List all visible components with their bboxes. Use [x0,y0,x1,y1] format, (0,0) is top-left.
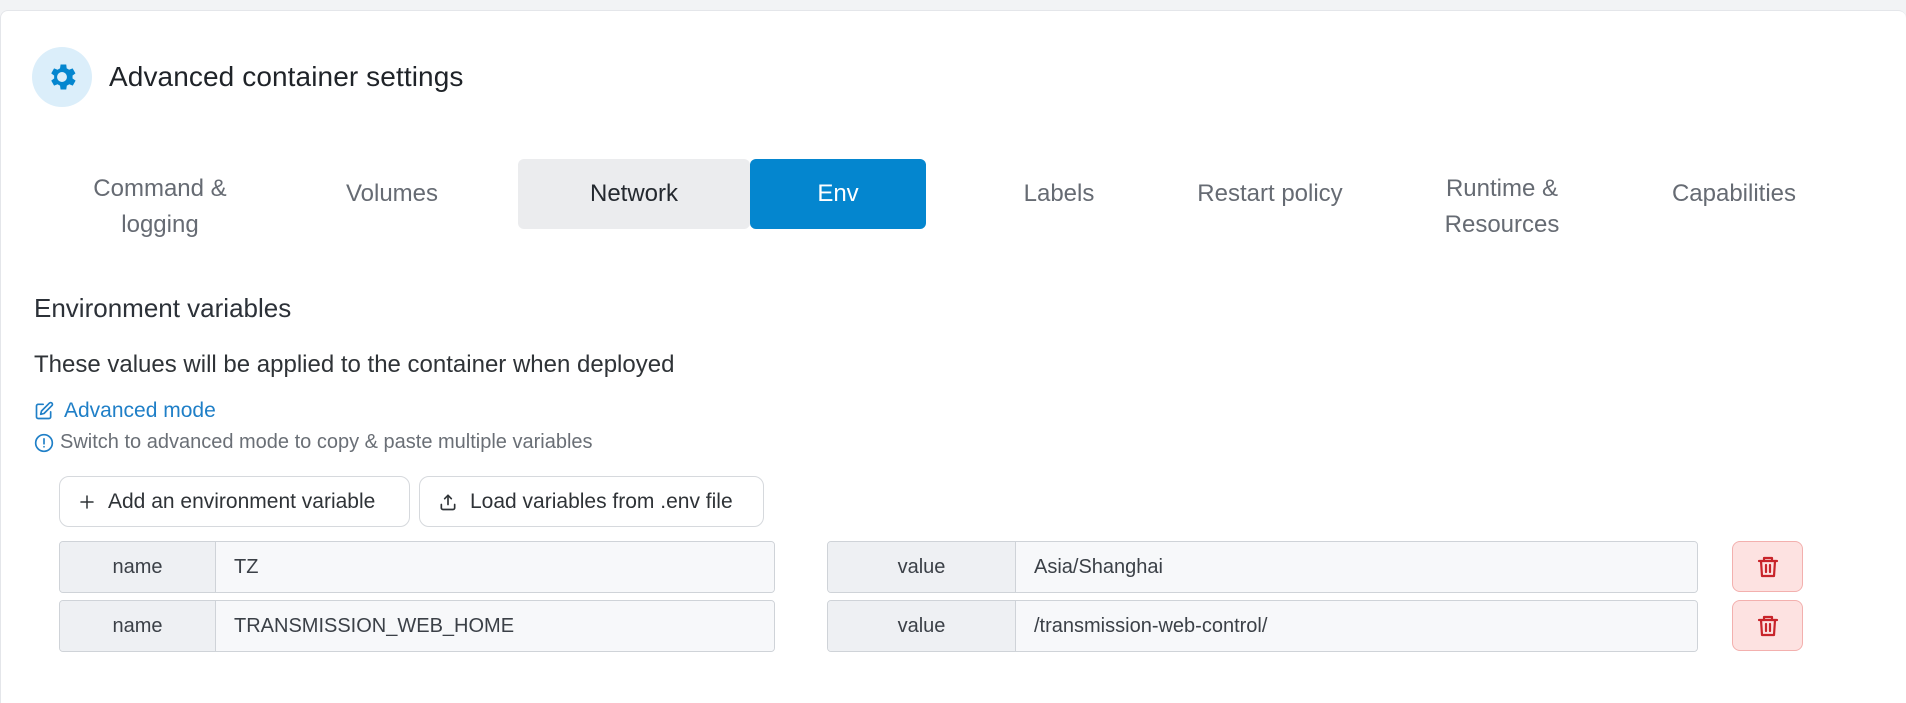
section-description: These values will be applied to the cont… [34,351,675,378]
tab-labels[interactable]: Labels [964,159,1154,229]
env-name-input[interactable]: TZ [216,542,774,592]
info-icon [34,433,54,453]
panel-header: Advanced container settings [32,47,463,107]
env-value-label: value [828,542,1016,592]
tab-label: Restart policy [1197,180,1343,207]
advanced-mode-link[interactable]: Advanced mode [34,399,216,423]
add-env-variable-label: Add an environment variable [108,489,376,513]
tab-env[interactable]: Env [750,159,926,229]
tab-label: Network [589,180,679,207]
env-value-field: value Asia/Shanghai [827,541,1698,593]
tab-command-logging[interactable]: Command & logging [44,159,276,254]
env-value-input[interactable]: /transmission-web-control/ [1016,601,1697,651]
advanced-settings-panel: Advanced container settings Command & lo… [0,10,1906,703]
load-env-file-label: Load variables from .env file [470,489,733,513]
settings-tabs: Command & logging Volumes Network Env La… [44,159,1864,254]
edit-icon [34,401,54,421]
load-env-file-button[interactable]: Load variables from .env file [419,476,764,527]
delete-row-button[interactable] [1732,541,1803,592]
tab-runtime-resources[interactable]: Runtime & Resources [1386,159,1618,254]
plus-icon [78,493,96,511]
tab-label: Capabilities [1671,180,1797,207]
tab-label: Env [817,180,859,207]
env-value-input[interactable]: Asia/Shanghai [1016,542,1697,592]
hint-text: Switch to advanced mode to copy & paste … [60,431,593,453]
env-name-input[interactable]: TRANSMISSION_WEB_HOME [216,601,774,651]
tab-label: Command & logging [93,174,227,238]
tab-network[interactable]: Network [518,159,750,229]
trash-icon [1756,613,1780,639]
advanced-mode-label: Advanced mode [64,399,216,422]
tab-volumes[interactable]: Volumes [276,159,508,229]
tab-capabilities[interactable]: Capabilities [1618,159,1850,229]
advanced-mode-hint: Switch to advanced mode to copy & paste … [34,431,593,454]
panel-title: Advanced container settings [109,61,464,92]
env-name-field: name TZ [59,541,775,593]
env-value-label: value [828,601,1016,651]
section-title: Environment variables [34,293,292,323]
tab-label: Volumes [345,180,439,207]
env-value-field: value /transmission-web-control/ [827,600,1698,652]
env-name-label: name [60,542,216,592]
delete-row-button[interactable] [1732,600,1803,651]
trash-icon [1756,554,1780,580]
env-name-label: name [60,601,216,651]
tab-restart-policy[interactable]: Restart policy [1154,159,1386,229]
add-env-variable-button[interactable]: Add an environment variable [59,476,410,527]
tab-label: Labels [1023,180,1095,207]
gear-icon [32,47,92,107]
upload-icon [438,492,458,512]
env-name-field: name TRANSMISSION_WEB_HOME [59,600,775,652]
tab-label: Runtime & Resources [1444,174,1560,238]
